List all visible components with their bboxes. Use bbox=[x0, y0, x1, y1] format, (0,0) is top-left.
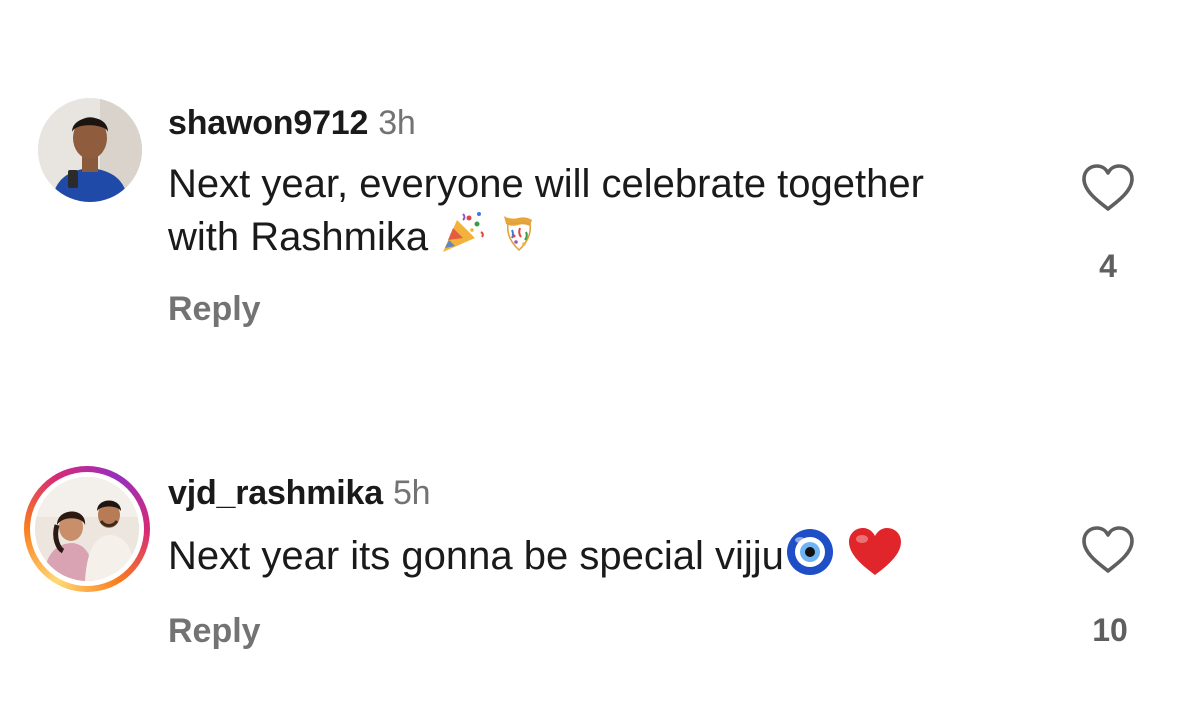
comment-username[interactable]: vjd_rashmika 5h bbox=[168, 474, 431, 513]
comment-body: Next year, everyone will celebrate toget… bbox=[168, 162, 924, 260]
username-text[interactable]: shawon9712 bbox=[168, 104, 368, 142]
couple-photo-icon bbox=[35, 477, 139, 581]
username-text[interactable]: vjd_rashmika bbox=[168, 474, 383, 512]
comment-username[interactable]: shawon9712 3h bbox=[168, 104, 416, 143]
avatar-photo bbox=[38, 98, 142, 202]
like-count: 4 bbox=[1099, 248, 1117, 284]
avatar bbox=[30, 472, 144, 586]
avatar-story-ring[interactable] bbox=[24, 466, 150, 592]
avatar[interactable] bbox=[38, 98, 142, 202]
heart-outline-icon bbox=[1082, 526, 1134, 573]
heart-outline-icon bbox=[1082, 164, 1134, 211]
reply-button[interactable]: Reply bbox=[168, 290, 261, 329]
party-popper-icon bbox=[439, 210, 485, 269]
red-heart-icon bbox=[847, 526, 903, 591]
reply-button[interactable]: Reply bbox=[168, 612, 261, 651]
person-silhouette-icon bbox=[38, 98, 142, 202]
comment-text: Next year its gonna be special vijju bbox=[168, 526, 928, 591]
comment-timestamp: 3h bbox=[378, 104, 416, 142]
nazar-amulet-icon bbox=[784, 526, 836, 591]
comment-body: Next year its gonna be special vijju bbox=[168, 534, 784, 579]
confetti-ball-icon bbox=[496, 210, 542, 269]
comment-text: Next year, everyone will celebrate toget… bbox=[168, 158, 928, 269]
comment-timestamp: 5h bbox=[392, 474, 431, 512]
like-button[interactable] bbox=[1080, 162, 1136, 214]
like-count: 10 bbox=[1092, 612, 1128, 648]
avatar-photo bbox=[35, 477, 139, 581]
like-button[interactable] bbox=[1080, 524, 1136, 576]
